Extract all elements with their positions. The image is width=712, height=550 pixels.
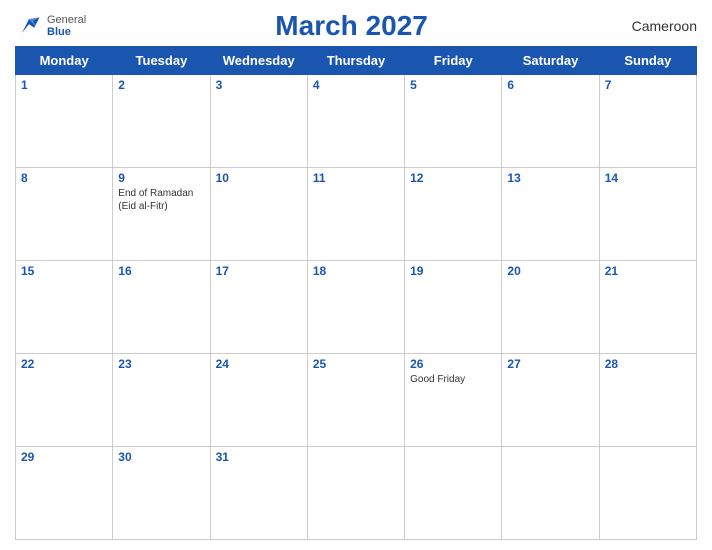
day-number: 6 (507, 78, 593, 92)
week-row-2: 89 End of Ramadan (Eid al-Fitr) 10 11 12 13 14 (16, 168, 697, 261)
calendar-cell: 15 (16, 261, 113, 354)
calendar-cell: 1 (16, 75, 113, 168)
calendar-cell (502, 447, 599, 540)
weekday-header-saturday: Saturday (502, 47, 599, 75)
day-number: 15 (21, 264, 107, 278)
day-number: 12 (410, 171, 496, 185)
calendar-cell: 17 (210, 261, 307, 354)
calendar-cell: 12 (405, 168, 502, 261)
calendar-cell (599, 447, 696, 540)
calendar-cell: 26 Good Friday (405, 354, 502, 447)
day-number: 30 (118, 450, 204, 464)
weekday-header-wednesday: Wednesday (210, 47, 307, 75)
calendar-cell: 4 (307, 75, 404, 168)
calendar-cell: 29 (16, 447, 113, 540)
weekday-header-monday: Monday (16, 47, 113, 75)
calendar-cell (307, 447, 404, 540)
calendar-cell: 13 (502, 168, 599, 261)
logo-blue: Blue (47, 26, 86, 38)
day-number: 14 (605, 171, 691, 185)
calendar-header: General Blue March 2027 Cameroon (15, 10, 697, 42)
week-row-3: 15 16 17 18 19 20 21 (16, 261, 697, 354)
weekday-header-friday: Friday (405, 47, 502, 75)
calendar-cell: 9 End of Ramadan (Eid al-Fitr) (113, 168, 210, 261)
calendar-cell: 5 (405, 75, 502, 168)
calendar-cell: 31 (210, 447, 307, 540)
week-row-5: 29 30 31 (16, 447, 697, 540)
calendar-cell: 27 (502, 354, 599, 447)
day-number: 31 (216, 450, 302, 464)
calendar-cell: 10 (210, 168, 307, 261)
country-name: Cameroon (617, 18, 697, 34)
day-number: 21 (605, 264, 691, 278)
calendar-cell: 16 (113, 261, 210, 354)
day-number: 29 (21, 450, 107, 464)
day-number: 22 (21, 357, 107, 371)
calendar-cell: 2 (113, 75, 210, 168)
calendar-cell: 21 (599, 261, 696, 354)
calendar-title: March 2027 (275, 10, 428, 42)
calendar-cell: 7 (599, 75, 696, 168)
calendar-cell: 24 (210, 354, 307, 447)
day-number: 5 (410, 78, 496, 92)
day-number: 8 (21, 171, 107, 185)
calendar-cell: 25 (307, 354, 404, 447)
day-number: 10 (216, 171, 302, 185)
calendar-cell: 3 (210, 75, 307, 168)
calendar-cell: 19 (405, 261, 502, 354)
event-label: End of Ramadan (Eid al-Fitr) (118, 187, 204, 213)
day-number: 13 (507, 171, 593, 185)
logo-text: General Blue (47, 14, 86, 38)
weekday-header-row: MondayTuesdayWednesdayThursdayFridaySatu… (16, 47, 697, 75)
calendar-cell: 8 (16, 168, 113, 261)
week-row-4: 22 23 24 25 26 Good Friday 27 28 (16, 354, 697, 447)
calendar-cell: 6 (502, 75, 599, 168)
week-row-1: 1234567 (16, 75, 697, 168)
day-number: 11 (313, 171, 399, 185)
day-number: 19 (410, 264, 496, 278)
logo-general: General (47, 14, 86, 26)
calendar-table: MondayTuesdayWednesdayThursdayFridaySatu… (15, 46, 697, 540)
calendar-cell: 14 (599, 168, 696, 261)
calendar-cell: 30 (113, 447, 210, 540)
weekday-header-tuesday: Tuesday (113, 47, 210, 75)
day-number: 26 (410, 357, 496, 371)
day-number: 27 (507, 357, 593, 371)
day-number: 18 (313, 264, 399, 278)
day-number: 1 (21, 78, 107, 92)
calendar-cell: 11 (307, 168, 404, 261)
logo: General Blue (15, 12, 86, 40)
calendar-cell: 28 (599, 354, 696, 447)
calendar-cell: 18 (307, 261, 404, 354)
day-number: 24 (216, 357, 302, 371)
day-number: 4 (313, 78, 399, 92)
calendar-cell: 22 (16, 354, 113, 447)
weekday-header-sunday: Sunday (599, 47, 696, 75)
calendar-cell: 23 (113, 354, 210, 447)
logo-bird-icon (15, 12, 43, 40)
day-number: 23 (118, 357, 204, 371)
day-number: 9 (118, 171, 204, 185)
calendar-cell: 20 (502, 261, 599, 354)
day-number: 3 (216, 78, 302, 92)
day-number: 7 (605, 78, 691, 92)
day-number: 2 (118, 78, 204, 92)
day-number: 25 (313, 357, 399, 371)
day-number: 17 (216, 264, 302, 278)
day-number: 16 (118, 264, 204, 278)
day-number: 20 (507, 264, 593, 278)
event-label: Good Friday (410, 373, 496, 386)
weekday-header-thursday: Thursday (307, 47, 404, 75)
calendar-cell (405, 447, 502, 540)
day-number: 28 (605, 357, 691, 371)
